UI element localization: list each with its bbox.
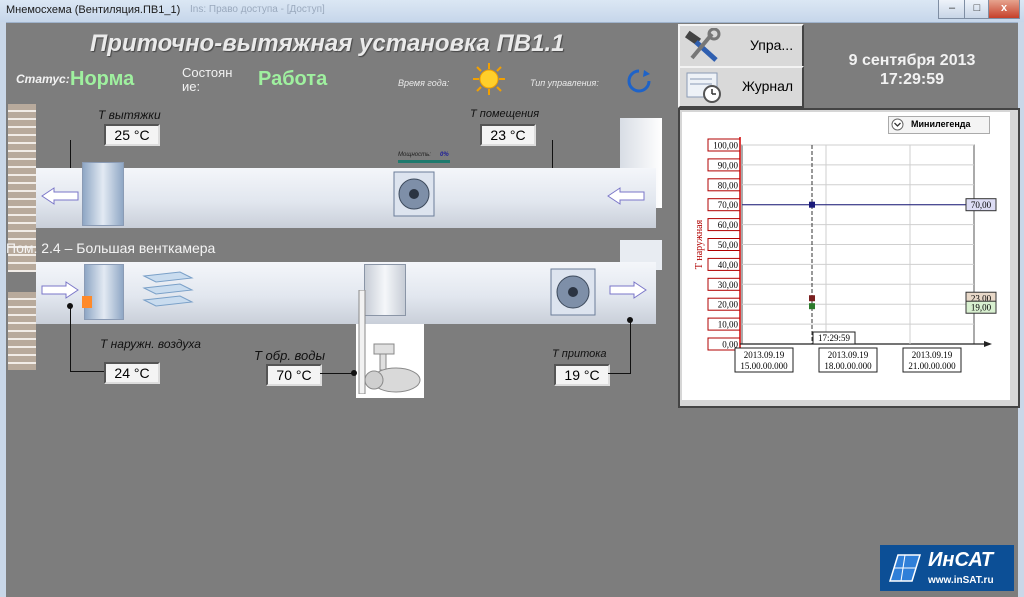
sensor-line bbox=[70, 306, 71, 372]
journal-button[interactable]: Журнал bbox=[678, 66, 804, 108]
sun-icon bbox=[472, 62, 506, 96]
logo-url: www.inSAT.ru bbox=[928, 575, 994, 586]
maximize-button[interactable]: □ bbox=[964, 0, 990, 19]
sensor-line bbox=[630, 320, 631, 374]
control-type-label: Тип управления: bbox=[530, 78, 599, 88]
value-label: 19,00 bbox=[971, 303, 992, 313]
series-point bbox=[809, 295, 815, 302]
y-tick-label: 80,00 bbox=[718, 180, 739, 190]
manage-button-label: Упра... bbox=[750, 37, 794, 53]
y-tick-label: 60,00 bbox=[718, 220, 739, 230]
y-tick-label: 30,00 bbox=[718, 280, 739, 290]
y-tick-label: 70,00 bbox=[718, 200, 739, 210]
arrow-right-icon bbox=[40, 280, 80, 300]
water-heater-icon bbox=[364, 264, 406, 316]
journal-button-label: Журнал bbox=[742, 78, 794, 94]
exhaust-filter-icon bbox=[82, 162, 124, 226]
y-tick-label: 100,00 bbox=[713, 141, 738, 151]
t-exhaust-label: Т вытяжки bbox=[98, 108, 161, 122]
arrow-right-icon bbox=[608, 280, 648, 300]
state-label: Состоян ие: bbox=[182, 65, 233, 94]
trend-chart[interactable]: Минилегенда 100,00 90,00 80,00 70,00 60,00 50… bbox=[682, 112, 1010, 400]
logo-mark-icon bbox=[886, 551, 922, 585]
tools-icon bbox=[682, 27, 724, 64]
current-time: 17:29:59 bbox=[879, 71, 945, 88]
t-supply-label: Т притока bbox=[552, 348, 607, 360]
x-tick-date: 2013.09.19 bbox=[912, 350, 953, 360]
value-label: 70,00 bbox=[971, 200, 992, 210]
fan-power-bar bbox=[398, 160, 450, 163]
x-tick-time: 15.00.00.000 bbox=[740, 361, 788, 371]
t-outdoor-value: 24 °C bbox=[104, 362, 160, 384]
sensor-point bbox=[67, 303, 73, 309]
t-water-value: 70 °C bbox=[266, 364, 322, 386]
series-point bbox=[809, 201, 815, 208]
y-tick-label: 40,00 bbox=[718, 260, 739, 270]
state-value: Работа bbox=[258, 68, 328, 90]
journal-icon bbox=[684, 70, 724, 104]
season-label: Время года: bbox=[398, 78, 450, 88]
insat-logo: ИнСАТ www.inSAT.ru bbox=[880, 545, 1014, 591]
window-title: Мнемосхема (Вентиляция.ПВ1_1) bbox=[6, 4, 181, 16]
y-tick-label: 90,00 bbox=[718, 160, 739, 170]
auto-mode-icon bbox=[626, 68, 652, 94]
sensor-point bbox=[627, 317, 633, 323]
sensor-line bbox=[70, 140, 71, 168]
window-titlebar[interactable]: Мнемосхема (Вентиляция.ПВ1_1) Ins: Право… bbox=[0, 0, 1024, 23]
series-point bbox=[809, 303, 815, 310]
x-axis-arrow bbox=[984, 341, 992, 347]
fan-power-label: Мощность: bbox=[398, 152, 431, 158]
x-tick-date: 2013.09.19 bbox=[744, 350, 785, 360]
sensor-line bbox=[552, 140, 553, 168]
wall-left-lower bbox=[8, 292, 36, 370]
t-room-label: Т помещения bbox=[470, 108, 540, 120]
y-axis-title: Т наружная bbox=[694, 219, 705, 269]
minimize-button[interactable]: – bbox=[938, 0, 966, 19]
arrow-left-icon bbox=[40, 186, 80, 206]
exhaust-duct bbox=[36, 168, 656, 228]
y-tick-label: 10,00 bbox=[718, 320, 739, 330]
t-exhaust-value: 25 °C bbox=[104, 124, 160, 146]
close-button[interactable]: x bbox=[988, 0, 1020, 19]
sensor-point bbox=[351, 370, 357, 376]
supply-fan-icon bbox=[548, 266, 598, 318]
sensor-line bbox=[70, 371, 104, 372]
x-tick-time: 18.00.00.000 bbox=[824, 361, 872, 371]
fan-power-value: 0% bbox=[440, 152, 449, 158]
damper-actuator-icon bbox=[82, 296, 92, 308]
pump-icon bbox=[360, 340, 422, 396]
status-label: Статус: bbox=[16, 72, 70, 86]
background-window-title: Ins: Право доступа - [Доступ] bbox=[190, 4, 325, 15]
current-date: 9 сентября 2013 bbox=[848, 52, 976, 69]
t-water-label: Т обр. воды bbox=[254, 348, 326, 363]
manage-button[interactable]: Упра... bbox=[678, 24, 804, 68]
sensor-line bbox=[320, 373, 354, 374]
t-room-value: 23 °C bbox=[480, 124, 536, 146]
y-tick-label: 50,00 bbox=[718, 240, 739, 250]
air-filter-icon bbox=[140, 270, 196, 310]
page-title: Приточно-вытяжная установка ПВ1.1 bbox=[90, 30, 565, 57]
status-value: Норма bbox=[70, 68, 135, 90]
room-caption: Пом. 2.4 – Большая венткамера bbox=[6, 240, 216, 256]
chart-canvas: 100,00 90,00 80,00 70,00 60,00 50,00 40,00 30,0… bbox=[694, 137, 997, 373]
logo-name: ИнСАТ bbox=[928, 549, 994, 571]
x-tick-time: 21.00.00.000 bbox=[908, 361, 956, 371]
x-tick-date: 2013.09.19 bbox=[828, 350, 869, 360]
cursor-label: 17:29:59 bbox=[818, 333, 851, 343]
t-outdoor-label: Т наружн. воздуха bbox=[100, 337, 201, 351]
window-border-left bbox=[0, 22, 6, 597]
t-supply-value: 19 °C bbox=[554, 364, 610, 386]
exhaust-fan-icon bbox=[390, 168, 438, 220]
arrow-left-icon bbox=[606, 186, 646, 206]
supply-damper-icon bbox=[84, 264, 124, 320]
y-tick-label: 20,00 bbox=[718, 300, 739, 310]
sensor-line bbox=[608, 373, 630, 374]
